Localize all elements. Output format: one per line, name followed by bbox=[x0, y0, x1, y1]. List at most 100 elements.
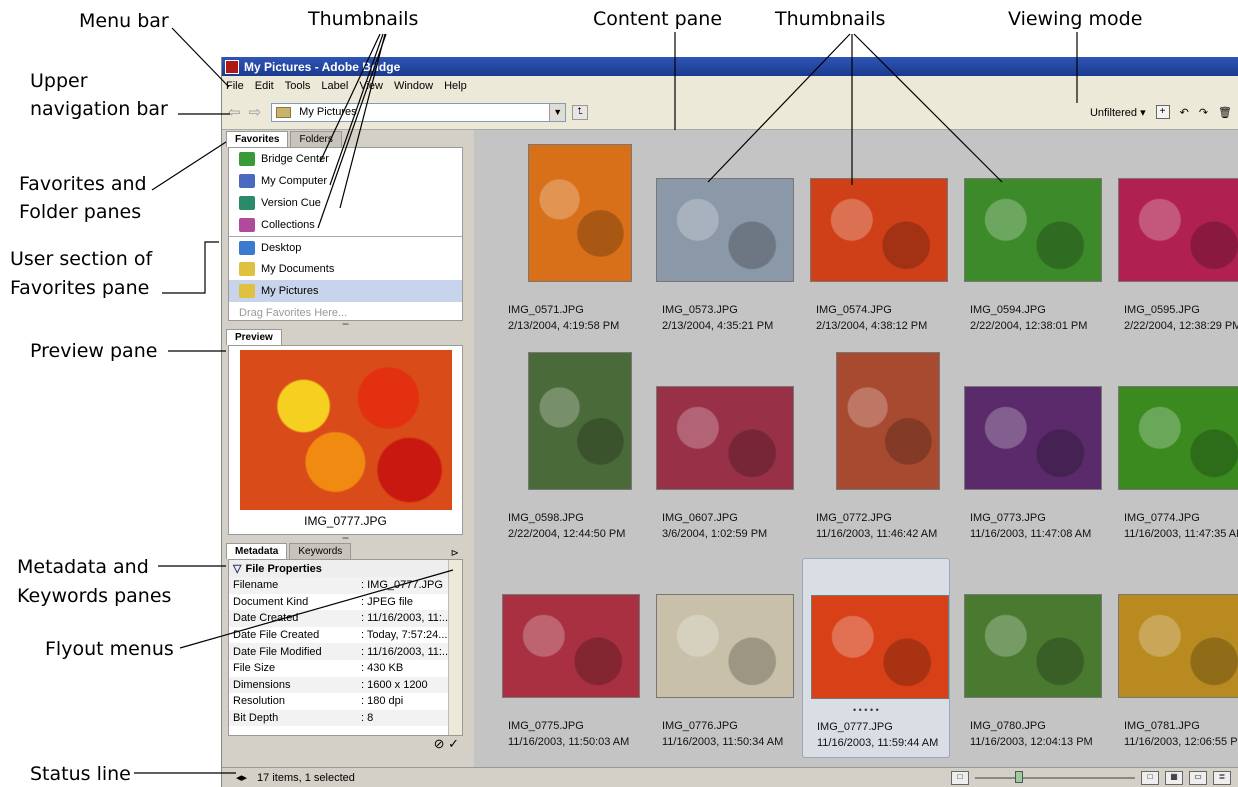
callout-status-line: Status line bbox=[30, 763, 131, 785]
metadata-key: Date File Modified bbox=[233, 645, 322, 658]
thumbnail-image[interactable] bbox=[1118, 178, 1238, 282]
file-properties-header[interactable]: ▽ File Properties bbox=[229, 560, 462, 577]
fav-label: Bridge Center bbox=[261, 153, 329, 165]
chevron-down-icon[interactable]: ▼ bbox=[549, 103, 566, 121]
thumbnail-image[interactable] bbox=[811, 595, 949, 699]
callout-meta-kw-1: Metadata and bbox=[17, 556, 149, 578]
up-folder-icon[interactable]: ⮤ bbox=[572, 104, 589, 120]
thumbnail-image[interactable] bbox=[528, 144, 632, 282]
small-thumb-icon[interactable]: □ bbox=[951, 770, 969, 785]
thumbnail-image[interactable] bbox=[528, 352, 632, 490]
tab-folders[interactable]: Folders bbox=[290, 131, 342, 147]
thumbnail-cell[interactable]: IMG_0594.JPG 2/22/2004, 12:38:01 PM bbox=[956, 142, 1104, 342]
thumbnail-image[interactable] bbox=[656, 386, 794, 490]
thumbnail-image[interactable] bbox=[1118, 386, 1238, 490]
flyout-menu-icon[interactable]: ⊳ bbox=[451, 548, 459, 559]
tab-metadata[interactable]: Metadata bbox=[226, 543, 288, 559]
menu-window[interactable]: Window bbox=[394, 80, 433, 92]
menu-view[interactable]: View bbox=[359, 80, 383, 92]
menu-help[interactable]: Help bbox=[444, 80, 467, 92]
folder-icon bbox=[239, 284, 255, 298]
thumbnail-cell[interactable]: • • • • • IMG_0777.JPG 11/16/2003, 11:59:4… bbox=[802, 558, 950, 758]
thumbnail-image[interactable] bbox=[656, 178, 794, 282]
rotate-right-icon[interactable]: ↷ bbox=[1199, 106, 1208, 119]
thumbnail-cell[interactable]: IMG_0574.JPG 2/13/2004, 4:38:12 PM bbox=[802, 142, 950, 342]
thumbnail-cell[interactable]: IMG_0776.JPG 11/16/2003, 11:50:34 AM bbox=[648, 558, 796, 758]
fav-bridge-center[interactable]: Bridge Center bbox=[229, 148, 462, 170]
navigation-bar: ⇦ ⇨ My Pictures ▼ ⮤ Unfiltered ▾ + ↶ ↷ 🗑 bbox=[222, 95, 1238, 130]
large-thumb-icon[interactable]: □ bbox=[1141, 770, 1159, 785]
rotate-left-icon[interactable]: ↶ bbox=[1180, 106, 1189, 119]
thumbnail-image[interactable] bbox=[810, 178, 948, 282]
filter-menu[interactable]: Unfiltered ▾ bbox=[1090, 106, 1146, 119]
thumbnail-filename: IMG_0594.JPG bbox=[970, 304, 1046, 316]
thumbnail-image[interactable] bbox=[502, 594, 640, 698]
metadata-footer: ⊘ ✓ bbox=[222, 736, 469, 756]
annotated-screenshot: Menu bar Thumbnails Content pane Thumbna… bbox=[0, 0, 1238, 787]
thumbnail-date: 11/16/2003, 11:59:44 AM bbox=[817, 737, 939, 749]
thumbnail-filename: IMG_0777.JPG bbox=[817, 721, 893, 733]
content-pane: IMG_0571.JPG 2/13/2004, 4:19:58 PM IMG_057… bbox=[474, 130, 1238, 770]
menu-label[interactable]: Label bbox=[321, 80, 348, 92]
thumbnail-cell[interactable]: IMG_0772.JPG 11/16/2003, 11:46:42 AM bbox=[802, 350, 950, 550]
menu-edit[interactable]: Edit bbox=[255, 80, 274, 92]
thumbnail-cell[interactable]: IMG_0571.JPG 2/13/2004, 4:19:58 PM bbox=[494, 142, 642, 342]
callout-upper-nav-2: navigation bar bbox=[30, 98, 168, 120]
thumbnails-view-icon[interactable]: ▦ bbox=[1165, 770, 1183, 785]
details-view-icon[interactable]: ≣ bbox=[1213, 770, 1231, 785]
rating-dots[interactable]: • • • • • bbox=[853, 705, 879, 715]
desktop-icon bbox=[239, 240, 255, 255]
apply-check-icon[interactable]: ✓ bbox=[448, 736, 459, 751]
thumbnail-cell[interactable]: IMG_0607.JPG 3/6/2004, 1:02:59 PM bbox=[648, 350, 796, 550]
toggle-panes-icon[interactable]: ◂▸ bbox=[236, 771, 247, 784]
filmstrip-view-icon[interactable]: ▭ bbox=[1189, 770, 1207, 785]
fav-collections[interactable]: Collections bbox=[229, 214, 462, 236]
thumbnail-cell[interactable]: IMG_0780.JPG 11/16/2003, 12:04:13 PM bbox=[956, 558, 1104, 758]
fav-my-pictures[interactable]: My Pictures bbox=[229, 280, 462, 302]
slider-knob[interactable] bbox=[1015, 770, 1023, 783]
thumbnail-cell[interactable]: IMG_0598.JPG 2/22/2004, 12:44:50 PM bbox=[494, 350, 642, 550]
thumbnail-cell[interactable]: IMG_0773.JPG 11/16/2003, 11:47:08 AM bbox=[956, 350, 1104, 550]
fav-desktop[interactable]: Desktop bbox=[229, 236, 462, 258]
metadata-scrollbar[interactable] bbox=[448, 560, 462, 735]
thumbnail-filename: IMG_0776.JPG bbox=[662, 720, 738, 732]
thumbnail-cell[interactable]: IMG_0573.JPG 2/13/2004, 4:35:21 PM bbox=[648, 142, 796, 342]
app-icon bbox=[225, 59, 239, 74]
thumbnail-filename: IMG_0574.JPG bbox=[816, 304, 892, 316]
new-folder-icon[interactable]: + bbox=[1155, 105, 1170, 119]
thumbnail-cell[interactable]: IMG_0775.JPG 11/16/2003, 11:50:03 AM bbox=[494, 558, 642, 758]
tab-keywords[interactable]: Keywords bbox=[289, 543, 352, 559]
menu-file[interactable]: File bbox=[226, 80, 244, 92]
thumbnail-image[interactable] bbox=[964, 594, 1102, 698]
thumbnail-size-slider[interactable]: □ □ ▦ ▭ ≣ bbox=[951, 770, 1238, 785]
fav-my-computer[interactable]: My Computer bbox=[229, 170, 462, 192]
slider-track[interactable] bbox=[975, 770, 1135, 783]
pane-splitter[interactable]: ▬ bbox=[222, 321, 469, 328]
thumbnail-image[interactable] bbox=[1118, 594, 1238, 698]
path-dropdown[interactable]: My Pictures ▼ bbox=[271, 102, 567, 122]
fav-version-cue[interactable]: Version Cue bbox=[229, 192, 462, 214]
fav-my-documents[interactable]: My Documents bbox=[229, 258, 462, 280]
back-arrow-icon[interactable]: ⇦ bbox=[228, 103, 241, 121]
thumbnail-cell[interactable]: IMG_0595.JPG 2/22/2004, 12:38:29 PM bbox=[1110, 142, 1238, 342]
thumbnail-image[interactable] bbox=[964, 386, 1102, 490]
thumbnail-cell[interactable]: IMG_0781.JPG 11/16/2003, 12:06:55 PM bbox=[1110, 558, 1238, 758]
metadata-value: : IMG_0777.JPG bbox=[361, 579, 443, 592]
callout-preview-pane: Preview pane bbox=[30, 340, 158, 362]
menu-tools[interactable]: Tools bbox=[285, 80, 311, 92]
thumbnail-image[interactable] bbox=[836, 352, 940, 490]
thumbnail-filename: IMG_0773.JPG bbox=[970, 512, 1046, 524]
folder-icon bbox=[276, 106, 292, 118]
thumbnail-image[interactable] bbox=[656, 594, 794, 698]
thumbnail-image[interactable] bbox=[964, 178, 1102, 282]
pane-splitter[interactable]: ▬ bbox=[222, 535, 469, 542]
cancel-icon[interactable]: ⊘ bbox=[434, 736, 445, 751]
leader-line bbox=[151, 141, 227, 191]
trash-icon[interactable]: 🗑 bbox=[1218, 106, 1232, 119]
tab-favorites[interactable]: Favorites bbox=[226, 131, 289, 147]
thumbnail-cell[interactable]: IMG_0774.JPG 11/16/2003, 11:47:35 AM bbox=[1110, 350, 1238, 550]
forward-arrow-icon[interactable]: ⇨ bbox=[249, 103, 262, 121]
tab-preview[interactable]: Preview bbox=[226, 329, 282, 345]
thumbnail-date: 2/22/2004, 12:38:29 PM bbox=[1124, 320, 1238, 332]
fav-label: My Documents bbox=[261, 263, 335, 275]
